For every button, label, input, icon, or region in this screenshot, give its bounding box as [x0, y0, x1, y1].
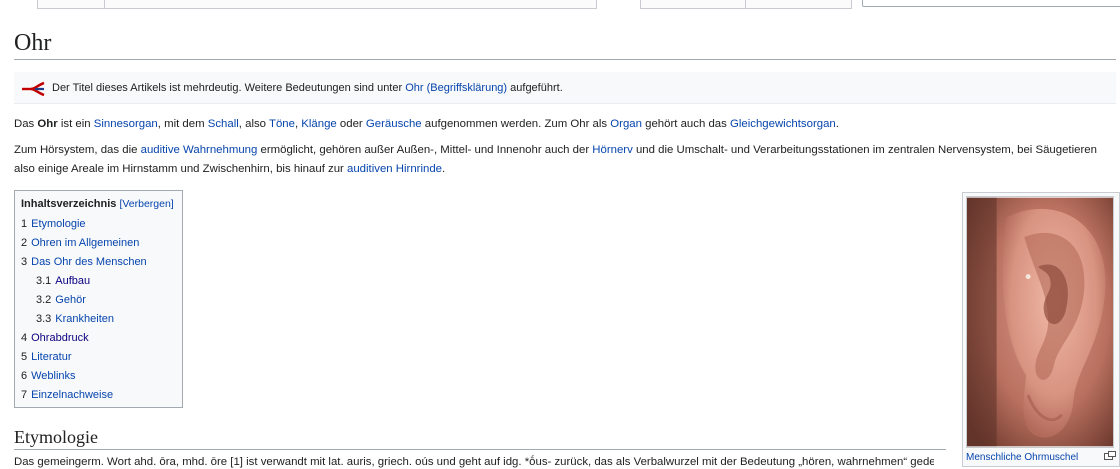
toc-item[interactable]: 6 Weblinks: [21, 367, 176, 386]
hatnote-text-after: aufgeführt.: [507, 81, 563, 94]
toc-number: 6: [21, 370, 28, 382]
intro-paragraph-1: Das Ohr ist ein Sinnesorgan, mit dem Sch…: [14, 115, 1114, 134]
toc-item[interactable]: 5 Literatur: [21, 348, 176, 367]
toc-number: 5: [21, 351, 28, 363]
ear-photo[interactable]: [966, 196, 1114, 448]
toc-link[interactable]: Etymologie: [31, 218, 85, 230]
text: , mit dem: [157, 118, 208, 130]
search-input[interactable]: [862, 0, 1120, 7]
toc-item[interactable]: 3 Das Ohr des Menschen: [21, 253, 176, 272]
link-sinnesorgan[interactable]: Sinnesorgan: [94, 118, 158, 130]
section-heading-etymologie: Etymologie: [14, 426, 946, 450]
link-auditive-wahrnehmung[interactable]: auditive Wahrnehmung: [141, 144, 258, 156]
disambiguation-hatnote: Der Titel dieses Artikels ist mehrdeutig…: [14, 72, 1116, 104]
thumbnail: Menschliche Ohrmuschel: [962, 192, 1120, 467]
text: .: [835, 118, 839, 130]
section-paragraph: Das gemeingerm. Wort ahd. ōra, mhd. ōre …: [14, 456, 934, 468]
toc-link[interactable]: Weblinks: [31, 370, 75, 382]
article-subject: Ohr: [37, 118, 58, 130]
thumbnail-caption-link[interactable]: Menschliche Ohrmuschel: [966, 451, 1078, 464]
link-klaenge[interactable]: Klänge: [301, 118, 336, 130]
toc-title: Inhaltsverzeichnis: [21, 198, 117, 210]
text: gehört auch das: [641, 118, 730, 130]
toc-number: 3.3: [36, 313, 52, 325]
table-of-contents: Inhaltsverzeichnis [Verbergen] 1 Etymolog…: [14, 190, 183, 408]
link-geraeusche[interactable]: Geräusche: [366, 118, 422, 130]
toc-link[interactable]: Aufbau: [55, 275, 90, 287]
toc-number: 3.2: [36, 294, 52, 306]
toc-link[interactable]: Ohrabdruck: [31, 332, 88, 344]
toc-list: 1 Etymologie 2 Ohren im Allgemeinen 3 Das O…: [21, 215, 176, 405]
toc-item[interactable]: 7 Einzelnachweise: [21, 386, 176, 405]
magnify-icon[interactable]: [1104, 451, 1116, 460]
link-hoernerv[interactable]: Hörnerv: [592, 144, 633, 156]
page-title: Ohr: [14, 28, 1116, 60]
disambiguation-link[interactable]: Ohr (Begriffsklärung): [405, 82, 507, 94]
link-organ[interactable]: Organ: [610, 118, 642, 130]
text: .: [442, 163, 446, 175]
toc-number: 3.1: [36, 275, 52, 287]
toc-item[interactable]: 3.1 Aufbau: [21, 272, 176, 291]
tab-divider: [745, 0, 746, 9]
view-tabs[interactable]: [640, 0, 852, 9]
text: oder: [336, 118, 366, 130]
toc-link[interactable]: Einzelnachweise: [31, 389, 113, 401]
toc-link[interactable]: Das Ohr des Menschen: [31, 256, 147, 268]
link-gleichgewichtsorgan[interactable]: Gleichgewichtsorgan: [730, 118, 836, 130]
toc-number: 4: [21, 332, 28, 344]
toc-item[interactable]: 3.2 Gehör: [21, 291, 176, 310]
toc-toggle-button[interactable]: [Verbergen]: [119, 198, 173, 210]
link-schall[interactable]: Schall: [208, 118, 239, 130]
link-toene[interactable]: Töne: [269, 118, 295, 130]
toc-item[interactable]: 2 Ohren im Allgemeinen: [21, 234, 176, 253]
toc-item[interactable]: 3.3 Krankheiten: [21, 310, 176, 329]
toc-item[interactable]: 4 Ohrabdruck: [21, 329, 176, 348]
text: ist ein: [57, 118, 94, 130]
toc-link[interactable]: Ohren im Allgemeinen: [31, 237, 139, 249]
text: aufgenommen werden. Zum Ohr als: [421, 118, 611, 130]
toc-number: 3: [21, 256, 28, 268]
toc-number: 2: [21, 237, 28, 249]
intro-paragraph-2: Zum Hörsystem, das die auditive Wahrnehm…: [14, 141, 1114, 179]
hatnote-text-before: Der Titel dieses Artikels ist mehrdeutig…: [52, 81, 406, 94]
toc-number: 7: [21, 389, 28, 401]
namespace-tabs[interactable]: [37, 0, 597, 9]
top-tab-strip: [0, 0, 1120, 10]
toc-item[interactable]: 1 Etymologie: [21, 215, 176, 234]
text: ermöglicht, gehören außer Außen-, Mittel…: [257, 144, 593, 156]
text: Zum Hörsystem, das die: [14, 144, 141, 156]
thumbnail-caption: Menschliche Ohrmuschel: [966, 451, 1116, 464]
text: , also: [238, 118, 269, 130]
toc-number: 1: [21, 218, 28, 230]
hatnote-text: Der Titel dieses Artikels ist mehrdeutig…: [52, 82, 563, 94]
toc-link[interactable]: Gehör: [55, 294, 86, 306]
disambiguation-icon: [22, 81, 45, 96]
toc-link[interactable]: Literatur: [31, 351, 71, 363]
link-auditive-hirnrinde[interactable]: auditiven Hirnrinde: [347, 163, 442, 175]
toc-heading: Inhaltsverzeichnis [Verbergen]: [21, 196, 176, 212]
text: Das: [14, 118, 38, 130]
toc-link[interactable]: Krankheiten: [55, 313, 114, 325]
tab-divider: [104, 0, 105, 9]
